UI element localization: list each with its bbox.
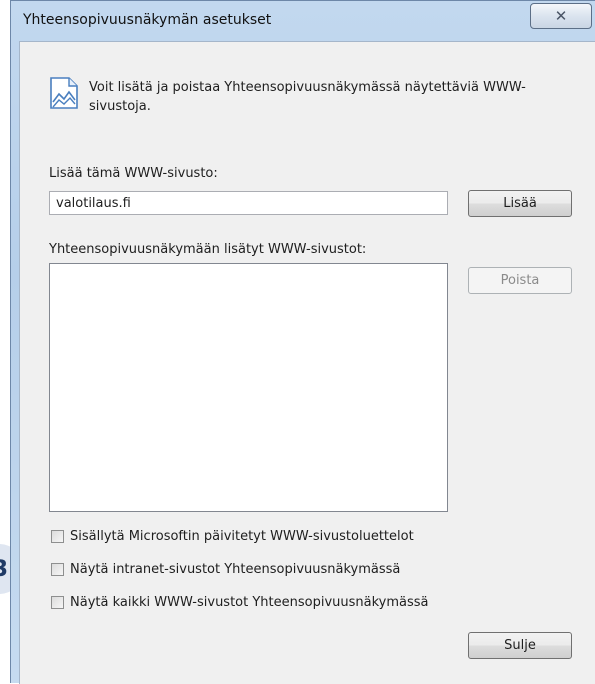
checkbox-row-include-microsoft-lists[interactable]: Sisällytä Microsoftin päivitetyt WWW-siv…	[51, 527, 414, 545]
add-site-label: Lisää tämä WWW-sivusto:	[49, 166, 218, 181]
info-text: Voit lisätä ja poistaa Yhteensopivuusnäk…	[89, 80, 526, 114]
add-button[interactable]: Lisää	[468, 190, 572, 217]
added-sites-label: Yhteensopivuusnäkymään lisätyt WWW-sivus…	[49, 242, 367, 257]
checkbox-row-intranet-sites[interactable]: Näytä intranet-sivustot Yhteensopivuusnä…	[51, 560, 400, 578]
compatibility-view-settings-dialog: Yhteensopivuusnäkymän asetukset ✕ Voit l…	[10, 0, 595, 684]
close-icon: ✕	[554, 7, 568, 25]
webpage-icon	[50, 77, 78, 109]
intranet-sites-checkbox[interactable]	[51, 562, 64, 576]
title-bar: Yhteensopivuusnäkymän asetukset ✕	[11, 1, 595, 41]
checkbox-label: Näytä intranet-sivustot Yhteensopivuusnä…	[70, 561, 401, 577]
add-site-input[interactable]	[49, 191, 448, 215]
checkbox-label: Sisällytä Microsoftin päivitetyt WWW-siv…	[70, 528, 414, 544]
checkbox-label: Näytä kaikki WWW-sivustot Yhteensopivuus…	[70, 594, 429, 610]
close-button[interactable]: Sulje	[468, 632, 572, 659]
include-microsoft-lists-checkbox[interactable]	[51, 529, 64, 543]
remove-button: Poista	[468, 267, 572, 294]
all-sites-checkbox[interactable]	[51, 595, 64, 609]
dialog-title: Yhteensopivuusnäkymän asetukset	[23, 12, 272, 28]
added-sites-list[interactable]	[49, 263, 448, 512]
dialog-content: Voit lisätä ja poistaa Yhteensopivuusnäk…	[19, 41, 595, 684]
window-close-button[interactable]: ✕	[530, 3, 592, 29]
checkbox-row-all-sites[interactable]: Näytä kaikki WWW-sivustot Yhteensopivuus…	[51, 593, 429, 611]
